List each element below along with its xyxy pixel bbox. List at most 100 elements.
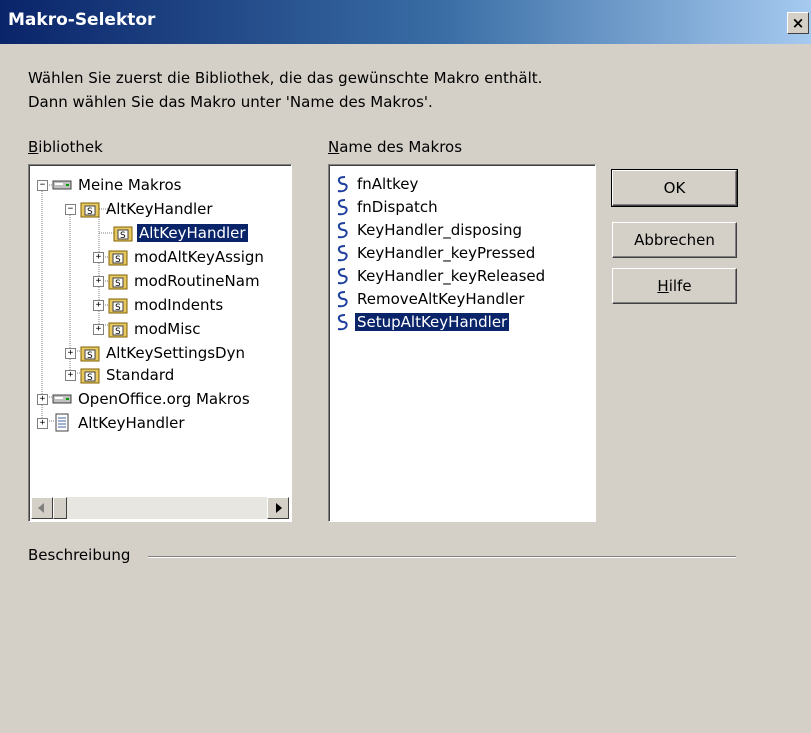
macro-item-label: RemoveAltKeyHandler [357, 289, 525, 308]
basic-macro-icon [337, 221, 348, 238]
close-icon: × [791, 14, 805, 32]
svg-text:S: S [87, 351, 93, 361]
library-icon: S [80, 202, 100, 218]
title-bar: Makro-Selektor × [0, 0, 811, 44]
basic-macro-icon [337, 244, 348, 261]
macro-item[interactable]: fnDispatch [335, 195, 440, 218]
macro-item-label: KeyHandler_disposing [357, 220, 522, 239]
module-icon: S [108, 274, 128, 290]
tree-node-modroutinenam[interactable]: + S modRoutineNam [93, 269, 262, 293]
help-button-rest: ilfe [668, 277, 692, 295]
cancel-button[interactable]: Abbrechen [612, 222, 737, 258]
basic-macro-icon [337, 290, 348, 307]
expand-icon[interactable]: + [65, 369, 76, 381]
svg-text:S: S [115, 279, 121, 289]
tree-node-label: AltKeyHandler [106, 200, 213, 218]
library-horizontal-scrollbar[interactable] [31, 497, 289, 519]
tree-node-altkeyhandler-document[interactable]: + AltKeyHandler [37, 411, 187, 435]
scroll-right-button[interactable] [267, 497, 289, 519]
library-icon: S [80, 368, 100, 384]
library-label: Bibliothek [28, 138, 103, 156]
ok-button[interactable]: OK [611, 169, 738, 207]
macro-name-label-hotkey: N [328, 138, 340, 156]
module-icon: S [108, 250, 128, 266]
macro-item-label: KeyHandler_keyPressed [357, 243, 536, 262]
drive-icon [52, 180, 72, 190]
help-button[interactable]: Hilfe [612, 268, 737, 304]
macro-item-label: fnDispatch [357, 197, 438, 216]
svg-text:S: S [115, 255, 121, 265]
expand-icon[interactable]: + [37, 393, 48, 405]
drive-icon [52, 394, 72, 404]
basic-macro-icon [337, 198, 348, 215]
description-separator [148, 556, 736, 558]
module-icon: S [108, 322, 128, 338]
macro-item-label: fnAltkey [357, 174, 419, 193]
tree-node-altkeyhandler-library[interactable]: − S AltKeyHandler [65, 197, 215, 221]
library-label-hotkey: B [28, 138, 39, 156]
module-icon: S [113, 226, 133, 242]
tree-node-label: modRoutineNam [134, 272, 260, 290]
tree-node-meine-makros[interactable]: − Meine Makros [37, 173, 184, 197]
tree-node-modmisc[interactable]: + S modMisc [93, 317, 202, 341]
window-title: Makro-Selektor [8, 10, 156, 30]
close-button[interactable]: × [787, 12, 809, 34]
svg-text:S: S [115, 327, 121, 337]
svg-text:S: S [120, 231, 126, 241]
tree-node-altkeyhandler-module[interactable]: S AltKeyHandler [113, 221, 248, 245]
expand-icon[interactable]: + [93, 275, 104, 287]
macro-item-label: KeyHandler_keyReleased [357, 266, 546, 285]
macro-name-label: Name des Makros [328, 138, 462, 156]
tree-node-modaltkeyassign[interactable]: + S modAltKeyAssign [93, 245, 266, 269]
tree-node-label: Standard [106, 366, 175, 384]
tree-node-label: AltKeyHandler [137, 224, 248, 242]
tree-node-modindents[interactable]: + S modIndents [93, 293, 225, 317]
collapse-icon[interactable]: − [65, 203, 76, 215]
basic-macro-icon [337, 313, 348, 330]
instruction-line-2: Dann wählen Sie das Makro unter 'Name de… [28, 93, 433, 111]
tree-node-label: AltKeyHandler [78, 414, 185, 432]
basic-macro-icon [337, 175, 348, 192]
expand-icon[interactable]: + [37, 417, 48, 429]
module-icon: S [108, 298, 128, 314]
help-button-hotkey: H [657, 277, 669, 295]
description-text [28, 576, 736, 716]
expand-icon[interactable]: + [93, 323, 104, 335]
macro-item[interactable]: fnAltkey [335, 172, 420, 195]
expand-icon[interactable]: + [93, 299, 104, 311]
tree-node-altkeysettingsdyn[interactable]: + S AltKeySettingsDyn [65, 341, 247, 365]
arrow-right-icon [276, 503, 282, 513]
tree-node-label: OpenOffice.org Makros [78, 390, 250, 408]
tree-node-label: modMisc [134, 320, 201, 338]
tree-node-openoffice-makros[interactable]: + OpenOffice.org Makros [37, 387, 252, 411]
macro-item[interactable]: RemoveAltKeyHandler [335, 287, 526, 310]
macro-item[interactable]: KeyHandler_keyReleased [335, 264, 547, 287]
svg-text:S: S [87, 207, 93, 217]
tree-node-label: modIndents [134, 296, 224, 314]
tree-node-label: AltKeySettingsDyn [106, 344, 245, 362]
macro-list[interactable]: fnAltkey fnDispatch KeyHandler_disposing… [328, 164, 596, 522]
library-tree[interactable]: − Meine Makros − S AltKeyHandler S AltKe… [28, 164, 292, 522]
scroll-thumb[interactable] [53, 497, 67, 519]
tree-node-standard[interactable]: + S Standard [65, 363, 176, 387]
expand-icon[interactable]: + [65, 347, 76, 359]
basic-macro-icon [337, 267, 348, 284]
macro-item[interactable]: KeyHandler_keyPressed [335, 241, 537, 264]
scroll-left-button[interactable] [31, 497, 53, 519]
macro-name-label-rest: ame des Makros [339, 138, 463, 156]
instruction-line-1: Wählen Sie zuerst die Bibliothek, die da… [28, 69, 543, 87]
tree-node-label: Meine Makros [78, 176, 182, 194]
document-icon [55, 413, 69, 432]
library-label-rest: ibliothek [38, 138, 103, 156]
description-label: Beschreibung [28, 546, 131, 564]
macro-item-label: SetupAltKeyHandler [353, 311, 511, 332]
svg-text:S: S [115, 303, 121, 313]
collapse-icon[interactable]: − [37, 179, 48, 191]
macro-item-selected[interactable]: SetupAltKeyHandler [335, 310, 511, 333]
arrow-left-icon [38, 503, 44, 513]
macro-item[interactable]: KeyHandler_disposing [335, 218, 524, 241]
library-icon: S [80, 346, 100, 362]
svg-text:S: S [87, 373, 93, 383]
expand-icon[interactable]: + [93, 251, 104, 263]
tree-node-label: modAltKeyAssign [134, 248, 264, 266]
